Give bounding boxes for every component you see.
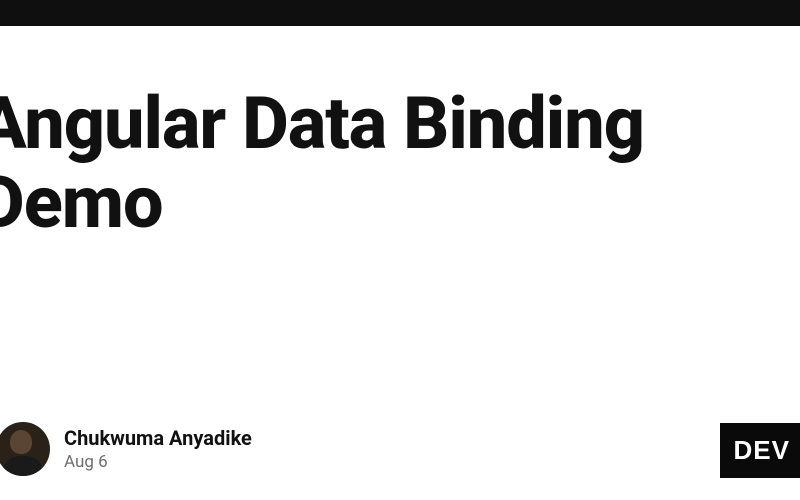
- author-name[interactable]: Chukwuma Anyadike: [64, 426, 252, 450]
- author-row: Chukwuma Anyadike Aug 6: [0, 422, 796, 476]
- author-avatar[interactable]: [0, 422, 50, 476]
- author-info: Chukwuma Anyadike Aug 6: [64, 426, 252, 472]
- dev-logo-badge[interactable]: DEV: [720, 423, 800, 478]
- article-title: Angular Data Binding Demo: [0, 84, 800, 242]
- post-date: Aug 6: [64, 452, 252, 472]
- topbar: [0, 0, 800, 26]
- article-content: Angular Data Binding Demo: [0, 84, 800, 242]
